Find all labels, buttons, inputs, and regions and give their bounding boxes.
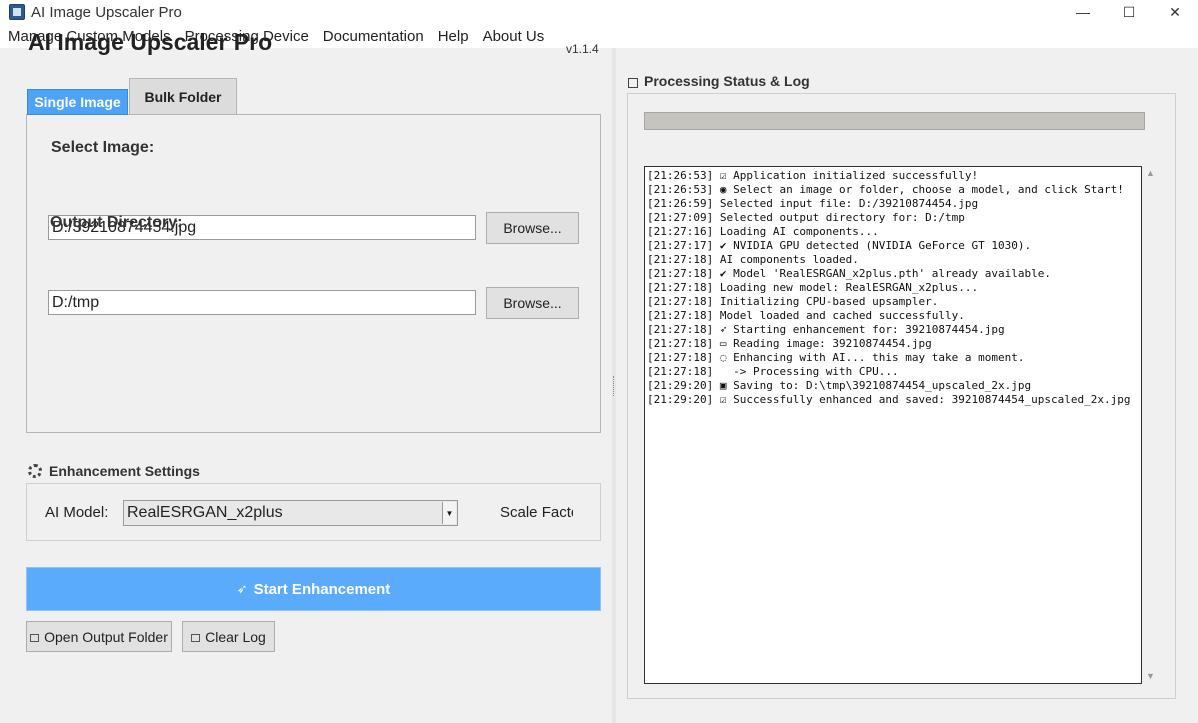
clear-log-button[interactable]: Clear Log — [182, 621, 275, 652]
start-enhancement-button[interactable]: ➶ Start Enhancement — [26, 567, 601, 611]
start-enhancement-label: Start Enhancement — [253, 580, 391, 598]
log-line: [21:27:18] ◌ Enhancing with AI... this m… — [647, 351, 1025, 364]
clear-log-label: Clear Log — [205, 628, 266, 645]
log-line: [21:27:09] Selected output directory for… — [647, 211, 965, 224]
divider-grip[interactable] — [613, 376, 615, 396]
log-line: [21:26:53] ◉ Select an image or folder, … — [647, 183, 1124, 196]
scroll-down-arrow[interactable]: ▼ — [1146, 671, 1155, 681]
log-line: [21:29:20] ▣ Saving to: D:\tmp\392108744… — [647, 379, 1032, 392]
enhancement-settings-heading: Enhancement Settings — [28, 463, 200, 479]
menu-about-us[interactable]: About Us — [483, 28, 545, 45]
rocket-icon: ➶ — [236, 581, 248, 596]
log-line: [21:27:18] ✔ Model 'RealESRGAN_x2plus.pt… — [647, 267, 1051, 280]
browse-image-button[interactable]: Browse... — [486, 212, 579, 244]
version-label: v1.1.4 — [566, 42, 599, 56]
log-line: [21:27:16] Loading AI components... — [647, 225, 879, 238]
log-line: [21:27:18] Loading new model: RealESRGAN… — [647, 281, 979, 294]
browse-output-button[interactable]: Browse... — [486, 287, 579, 319]
minimize-button[interactable]: — — [1060, 0, 1106, 24]
chevron-down-icon[interactable]: ▼ — [442, 502, 456, 524]
log-icon — [628, 77, 638, 88]
processing-status-label: Processing Status & Log — [644, 73, 810, 89]
scale-factor-label: Scale Factor — [500, 504, 573, 521]
ai-model-label: AI Model: — [45, 504, 109, 521]
scroll-up-arrow[interactable]: ▲ — [1146, 168, 1155, 178]
log-line: [21:27:18] Model loaded and cached succe… — [647, 309, 965, 322]
ai-model-select[interactable]: RealESRGAN_x2plus ▼ — [123, 500, 458, 526]
enhancement-settings-label: Enhancement Settings — [49, 463, 200, 479]
page-title: AI Image Upscaler Pro — [28, 29, 273, 55]
tab-single-image[interactable]: Single Image — [27, 89, 128, 115]
title-bar: AI Image Upscaler Pro — ☐ ✕ — [0, 0, 1198, 24]
open-output-folder-label: Open Output Folder — [44, 628, 168, 645]
log-line: [21:26:59] Selected input file: D:/39210… — [647, 197, 979, 210]
progress-bar — [644, 112, 1145, 130]
app-icon — [9, 4, 25, 20]
log-line: [21:26:53] ☑ Application initialized suc… — [647, 169, 979, 182]
log-line: [21:29:20] ☑ Successfully enhanced and s… — [647, 393, 1131, 406]
log-line: [21:27:18] ▭ Reading image: 39210874454.… — [647, 337, 932, 350]
clear-icon — [191, 634, 201, 642]
ai-model-value: RealESRGAN_x2plus — [127, 504, 283, 521]
folder-icon — [30, 634, 40, 642]
select-image-label: Select Image: — [51, 139, 155, 156]
window-title: AI Image Upscaler Pro — [31, 3, 182, 21]
log-line: [21:27:18] AI components loaded. — [647, 253, 859, 266]
log-line: [21:27:18] -> Processing with CPU... — [647, 365, 899, 378]
tab-bulk-folder[interactable]: Bulk Folder — [129, 78, 237, 115]
gear-icon — [28, 464, 42, 478]
close-button[interactable]: ✕ — [1152, 0, 1198, 24]
log-line: [21:27:18] Initializing CPU-based upsamp… — [647, 295, 939, 308]
log-textarea[interactable]: [21:26:53] ☑ Application initialized suc… — [644, 166, 1142, 684]
menu-documentation[interactable]: Documentation — [323, 28, 424, 45]
output-directory-label: Output Directory: — [50, 214, 183, 231]
open-output-folder-button[interactable]: Open Output Folder — [26, 621, 172, 652]
log-line: [21:27:17] ✔ NVIDIA GPU detected (NVIDIA… — [647, 239, 1032, 252]
maximize-button[interactable]: ☐ — [1106, 0, 1152, 24]
window-controls: — ☐ ✕ — [1060, 0, 1198, 24]
tab-content-single-image — [26, 114, 601, 433]
menu-help[interactable]: Help — [438, 28, 469, 45]
processing-status-heading: Processing Status & Log — [628, 73, 810, 89]
log-line: [21:27:18] ➶ Starting enhancement for: 3… — [647, 323, 1005, 336]
output-path-input[interactable]: D:/tmp — [48, 290, 476, 315]
